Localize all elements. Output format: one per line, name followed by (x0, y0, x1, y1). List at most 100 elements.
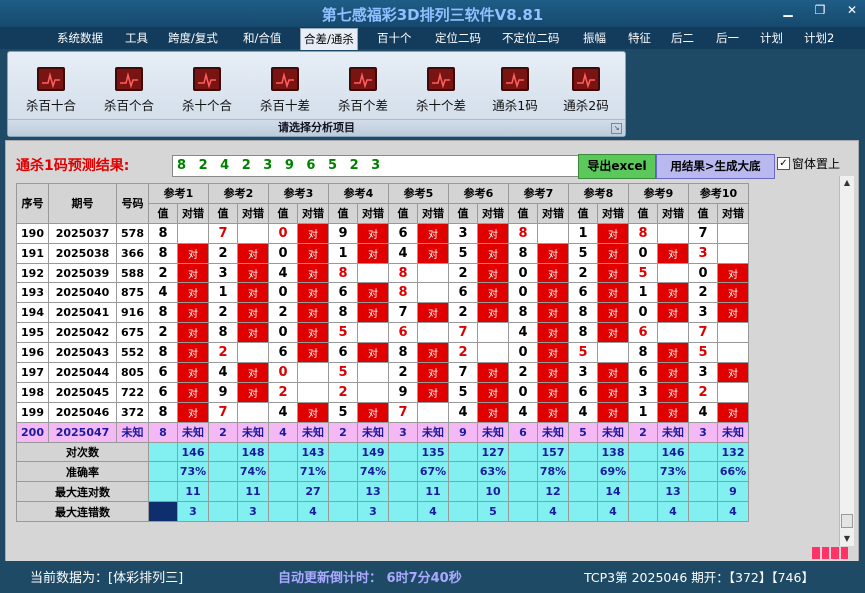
scroll-thumb[interactable] (841, 514, 853, 528)
table-row[interactable]: 195 2025042 675 2 对 8 对 0 对 5 6 7 4 对 8 对 6 7 (16, 322, 749, 344)
scroll-up-icon[interactable]: ▲ (840, 176, 854, 190)
stat-spacer (508, 441, 538, 463)
generate-base-button[interactable]: 用结果>生成大底 (656, 154, 775, 179)
stat-value: 12 (537, 481, 569, 503)
menu-system-data[interactable]: 系统数据 (57, 27, 103, 49)
menu-plan[interactable]: 计划 (760, 27, 783, 49)
vertical-scrollbar[interactable]: ▲ ▼ (839, 176, 854, 546)
value-cell: 2 (448, 302, 478, 324)
stat-value: 69% (597, 461, 629, 483)
row-issue: 2025040 (48, 282, 117, 304)
menu-sum-diff-kill[interactable]: 合差/通杀 (300, 28, 358, 50)
table-row[interactable]: 192 2025039 588 2 对 3 对 4 对 8 8 2 对 0 对 2 对 5 0 对 (16, 262, 749, 284)
stat-spacer (268, 501, 298, 523)
table-row[interactable]: 196 2025043 552 8 对 2 6 对 6 对 8 对 2 0 对 5 8 对 5 (16, 342, 749, 364)
hit-cell: 对 (597, 262, 629, 284)
stat-spacer (568, 441, 598, 463)
value-cell: 7 (388, 401, 418, 423)
ribbon-btn-kill-two[interactable]: 通杀2码 (548, 65, 624, 115)
scroll-down-icon[interactable]: ▼ (840, 532, 854, 546)
stat-spacer (388, 481, 418, 503)
expand-corner-icon[interactable]: ↘ (611, 123, 622, 134)
row-seq: 191 (16, 242, 49, 264)
table-row[interactable]: 199 2025046 372 8 对 7 4 对 5 对 7 4 对 4 对 4 对 1 对 4 对 (16, 401, 749, 423)
value-cell: 3 (568, 362, 598, 383)
chart-icon (37, 67, 65, 91)
hit-cell: 对 (357, 242, 389, 264)
value-cell: 3 (688, 421, 718, 443)
restore-icon[interactable]: ❐ (813, 3, 827, 17)
unknown-cell: 未知 (657, 421, 689, 443)
menu-last-one[interactable]: 后一 (716, 27, 739, 49)
hit-cell: 对 (657, 401, 689, 423)
menu-last-two[interactable]: 后二 (671, 27, 694, 49)
stat-spacer (628, 481, 658, 503)
value-cell: 2 (448, 342, 478, 364)
menu-sum-value[interactable]: 和/合值 (243, 27, 281, 49)
hit-cell: 对 (177, 342, 209, 364)
stat-spacer (508, 461, 538, 483)
export-excel-button[interactable]: 导出excel (578, 154, 656, 179)
close-icon[interactable]: ✕ (845, 3, 859, 17)
stat-value: 66% (717, 461, 749, 483)
chart-icon (572, 67, 600, 91)
table-row[interactable]: 193 2025040 875 4 对 1 对 0 对 6 对 8 6 对 0 对 6 对 1 对 2 对 (16, 282, 749, 304)
hit-cell: 对 (597, 381, 629, 403)
stat-value: 4 (537, 501, 569, 523)
ribbon-btn-kill-bs-sum[interactable]: 杀百十合 (13, 65, 89, 115)
prediction-result-field[interactable]: 8 2 4 2 3 9 6 5 2 3 (172, 155, 581, 177)
table-row[interactable]: 194 2025041 916 8 对 2 对 2 对 8 对 7 对 2 对 8 对 8 对 0 对 3 对 (16, 302, 749, 324)
row-issue: 2025042 (48, 322, 117, 344)
menu-positional-two[interactable]: 定位二码 (435, 27, 481, 49)
stat-spacer (448, 481, 478, 503)
header-ref: 参考9 (628, 183, 689, 204)
menu-amplitude[interactable]: 振幅 (583, 27, 606, 49)
status-bar: 当前数据为：[体彩排列三] 自动更新倒计时： 6时7分40秒 TCP3第 202… (0, 561, 865, 593)
table-row[interactable]: 197 2025044 805 6 对 4 对 0 5 2 对 7 对 2 对 3 对 6 对 3 对 (16, 362, 749, 383)
menu-nonpositional-two[interactable]: 不定位二码 (502, 27, 560, 49)
topmost-checkbox[interactable]: ✓ (777, 157, 790, 170)
value-cell: 3 (688, 362, 718, 383)
value-cell: 4 (268, 401, 298, 423)
value-cell: 2 (148, 322, 178, 344)
table-row[interactable]: 198 2025045 722 6 对 9 对 2 2 9 对 5 对 0 对 6 对 3 对 2 (16, 381, 749, 403)
stat-spacer (208, 461, 238, 483)
menu-tools[interactable]: 工具 (125, 27, 148, 49)
table-row[interactable]: 191 2025038 366 8 对 2 对 0 对 1 对 4 对 5 对 8 对 5 对 0 对 3 (16, 242, 749, 264)
value-cell: 2 (268, 381, 298, 403)
stat-spacer (208, 441, 238, 463)
header-correct: 对错 (657, 202, 689, 224)
unknown-cell: 未知 (237, 421, 269, 443)
ribbon-btn-kill-sg-sum[interactable]: 杀十个合 (169, 65, 245, 115)
value-cell: 2 (208, 421, 238, 443)
ribbon-btn-kill-bs-diff[interactable]: 杀百十差 (247, 65, 323, 115)
value-cell: 8 (568, 302, 598, 324)
table-row[interactable]: 200 2025047 未知 8 未知 2 未知 4 未知 2 未知 3 未知 9 未知 6 未知 5 未知 2 未知 3… (16, 421, 749, 443)
hit-cell: 对 (297, 262, 329, 284)
menu-feature[interactable]: 特征 (628, 27, 651, 49)
value-cell: 6 (508, 421, 538, 443)
ribbon-btn-kill-bg-diff[interactable]: 杀百个差 (325, 65, 401, 115)
hit-cell: 对 (537, 302, 569, 324)
menu-span-compound[interactable]: 跨度/复式 (168, 27, 218, 49)
hit-cell: 对 (537, 242, 569, 264)
minimize-icon[interactable]: ▁ (781, 3, 795, 17)
miss-cell (417, 322, 449, 344)
header-value: 值 (388, 202, 418, 224)
row-seq: 190 (16, 222, 49, 244)
value-cell: 2 (628, 421, 658, 443)
table-row[interactable]: 190 2025037 578 8 7 0 对 9 对 6 对 3 对 8 1 对 8 7 (16, 222, 749, 244)
ribbon-btn-kill-sg-diff[interactable]: 杀十个差 (403, 65, 479, 115)
miss-cell (177, 222, 209, 244)
ribbon-btn-kill-one[interactable]: 通杀1码 (477, 65, 553, 115)
header-ref: 参考5 (388, 183, 449, 204)
stat-value: 27 (297, 481, 329, 503)
value-cell: 8 (628, 222, 658, 244)
menu-plan-2[interactable]: 计划2 (804, 27, 834, 49)
menu-hundred-ten-unit[interactable]: 百十个 (377, 27, 412, 49)
stat-value: 138 (597, 441, 629, 463)
header-value: 值 (148, 202, 178, 224)
hit-cell: 对 (177, 322, 209, 344)
ribbon-btn-kill-bg-sum[interactable]: 杀百个合 (91, 65, 167, 115)
header-value: 值 (448, 202, 478, 224)
